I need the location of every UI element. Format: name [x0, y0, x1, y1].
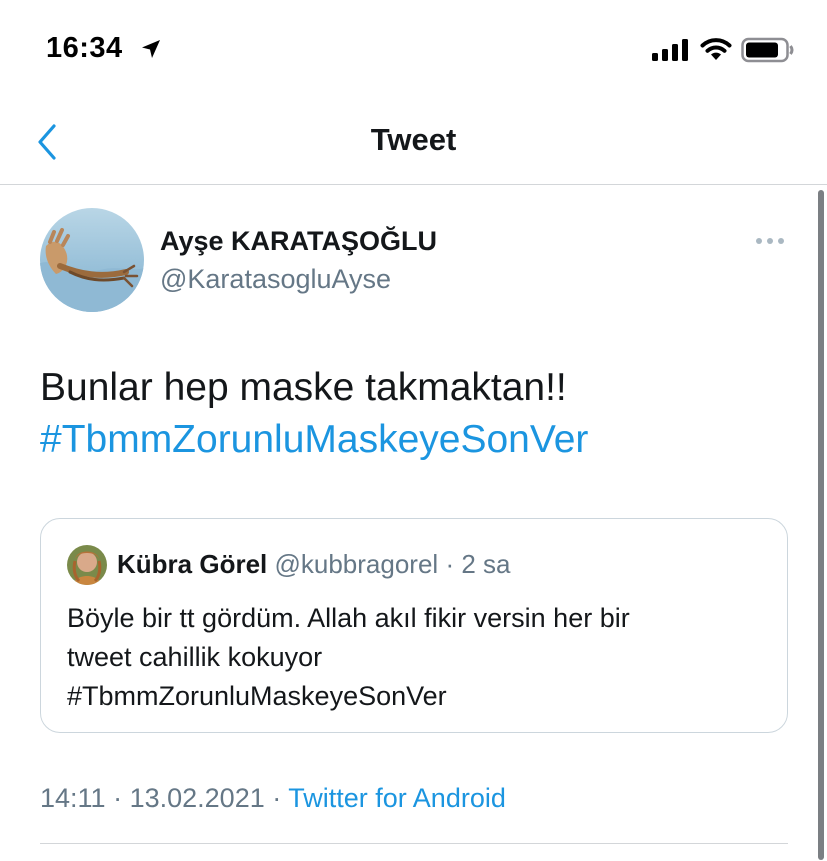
tweet-text: Bunlar hep maske takmaktan!! #TbmmZorunl… — [40, 362, 800, 466]
tweet-date: 13.02.2021 — [129, 783, 265, 813]
wifi-icon — [700, 38, 732, 60]
battery-icon — [741, 37, 794, 63]
meta-separator: · — [113, 783, 123, 813]
tweet-hashtag-link[interactable]: #TbmmZorunluMaskeyeSonVer — [40, 414, 800, 466]
status-time: 16:34 — [46, 32, 123, 64]
quoted-text-line: tweet cahillik kokuyor — [67, 642, 323, 672]
author-handle[interactable]: @KaratasogluAyse — [160, 264, 391, 295]
meta-separator: · — [272, 783, 282, 813]
quoted-tweet-card[interactable]: Kübra Görel @kubbragorel · 2 sa Böyle bi… — [40, 518, 788, 733]
cellular-signal-icon — [652, 39, 688, 61]
author-name[interactable]: Ayşe KARATAŞOĞLU — [160, 226, 437, 257]
tweet-meta: 14:11 · 13.02.2021 · Twitter for Android — [40, 783, 506, 814]
quoted-author-name: Kübra Görel — [117, 549, 268, 579]
quoted-text-line: Böyle bir tt gördüm. Allah akıl fikir ve… — [67, 603, 630, 633]
ellipsis-icon[interactable] — [754, 233, 786, 249]
quoted-timestamp: 2 sa — [461, 549, 511, 579]
scrollbar[interactable] — [818, 190, 824, 860]
quoted-author-avatar — [67, 545, 107, 585]
nav-bar: Tweet — [0, 100, 827, 185]
location-arrow-icon — [142, 40, 160, 58]
quoted-tweet-header: Kübra Görel @kubbragorel · 2 sa — [117, 549, 511, 580]
status-bar: 16:34 — [0, 0, 827, 100]
quoted-text-line: #TbmmZorunluMaskeyeSonVer — [67, 681, 447, 711]
author-avatar[interactable] — [40, 208, 144, 312]
quoted-separator: · — [445, 549, 455, 579]
quoted-tweet-text: Böyle bir tt gördüm. Allah akıl fikir ve… — [67, 599, 767, 716]
quoted-author-handle: @kubbragorel — [274, 549, 439, 579]
tweet-time: 14:11 — [40, 783, 106, 813]
tweet-text-line: Bunlar hep maske takmaktan!! — [40, 366, 567, 409]
divider — [40, 843, 788, 844]
page-title: Tweet — [370, 122, 457, 157]
tweet-source-link[interactable]: Twitter for Android — [288, 783, 506, 813]
